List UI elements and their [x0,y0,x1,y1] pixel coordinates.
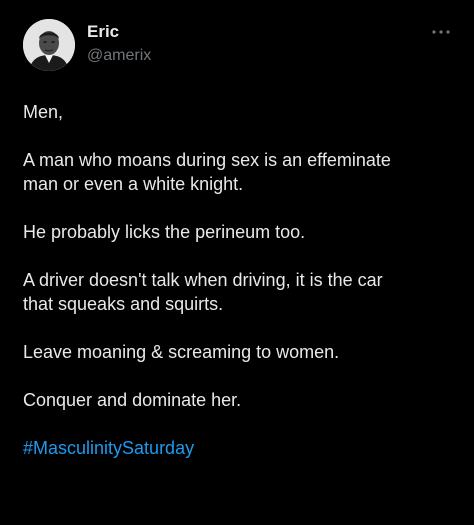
more-options-button[interactable] [429,25,453,37]
avatar[interactable] [23,19,75,71]
tweet-paragraph: He probably licks the perineum too. [23,220,463,244]
tweet-paragraph: A driver doesn't talk when driving, it i… [23,268,463,316]
tweet-header: Eric @amerix [23,19,453,71]
tweet-line: Men, [23,102,64,122]
tweet-line: that squeaks and squirts. [23,294,224,314]
tweet-paragraph: A man who moans during sex is an effemin… [23,148,463,196]
hashtag-link[interactable]: #MasculinitySaturday [23,438,194,458]
tweet-paragraph: Men, [23,100,463,124]
more-horizontal-icon [432,30,450,34]
tweet-paragraph: Conquer and dominate her. [23,388,463,412]
tweet-line: A man who moans during sex is an effemin… [23,150,391,170]
tweet-paragraph: #MasculinitySaturday [23,436,463,460]
tweet: Eric @amerix Men, A man who moans during… [0,0,474,525]
author-handle[interactable]: @amerix [87,45,151,67]
tweet-line: He probably licks the perineum too. [23,222,306,242]
tweet-paragraph: Leave moaning & screaming to women. [23,340,463,364]
tweet-text: Men, A man who moans during sex is an ef… [23,100,463,460]
avatar-photo-icon [23,19,75,71]
tweet-line: A driver doesn't talk when driving, it i… [23,270,383,290]
tweet-line: Conquer and dominate her. [23,390,242,410]
tweet-line: man or even a white knight. [23,174,244,194]
author-display-name[interactable]: Eric [87,21,151,43]
author-names: Eric @amerix [87,21,151,67]
tweet-line: Leave moaning & screaming to women. [23,342,340,362]
